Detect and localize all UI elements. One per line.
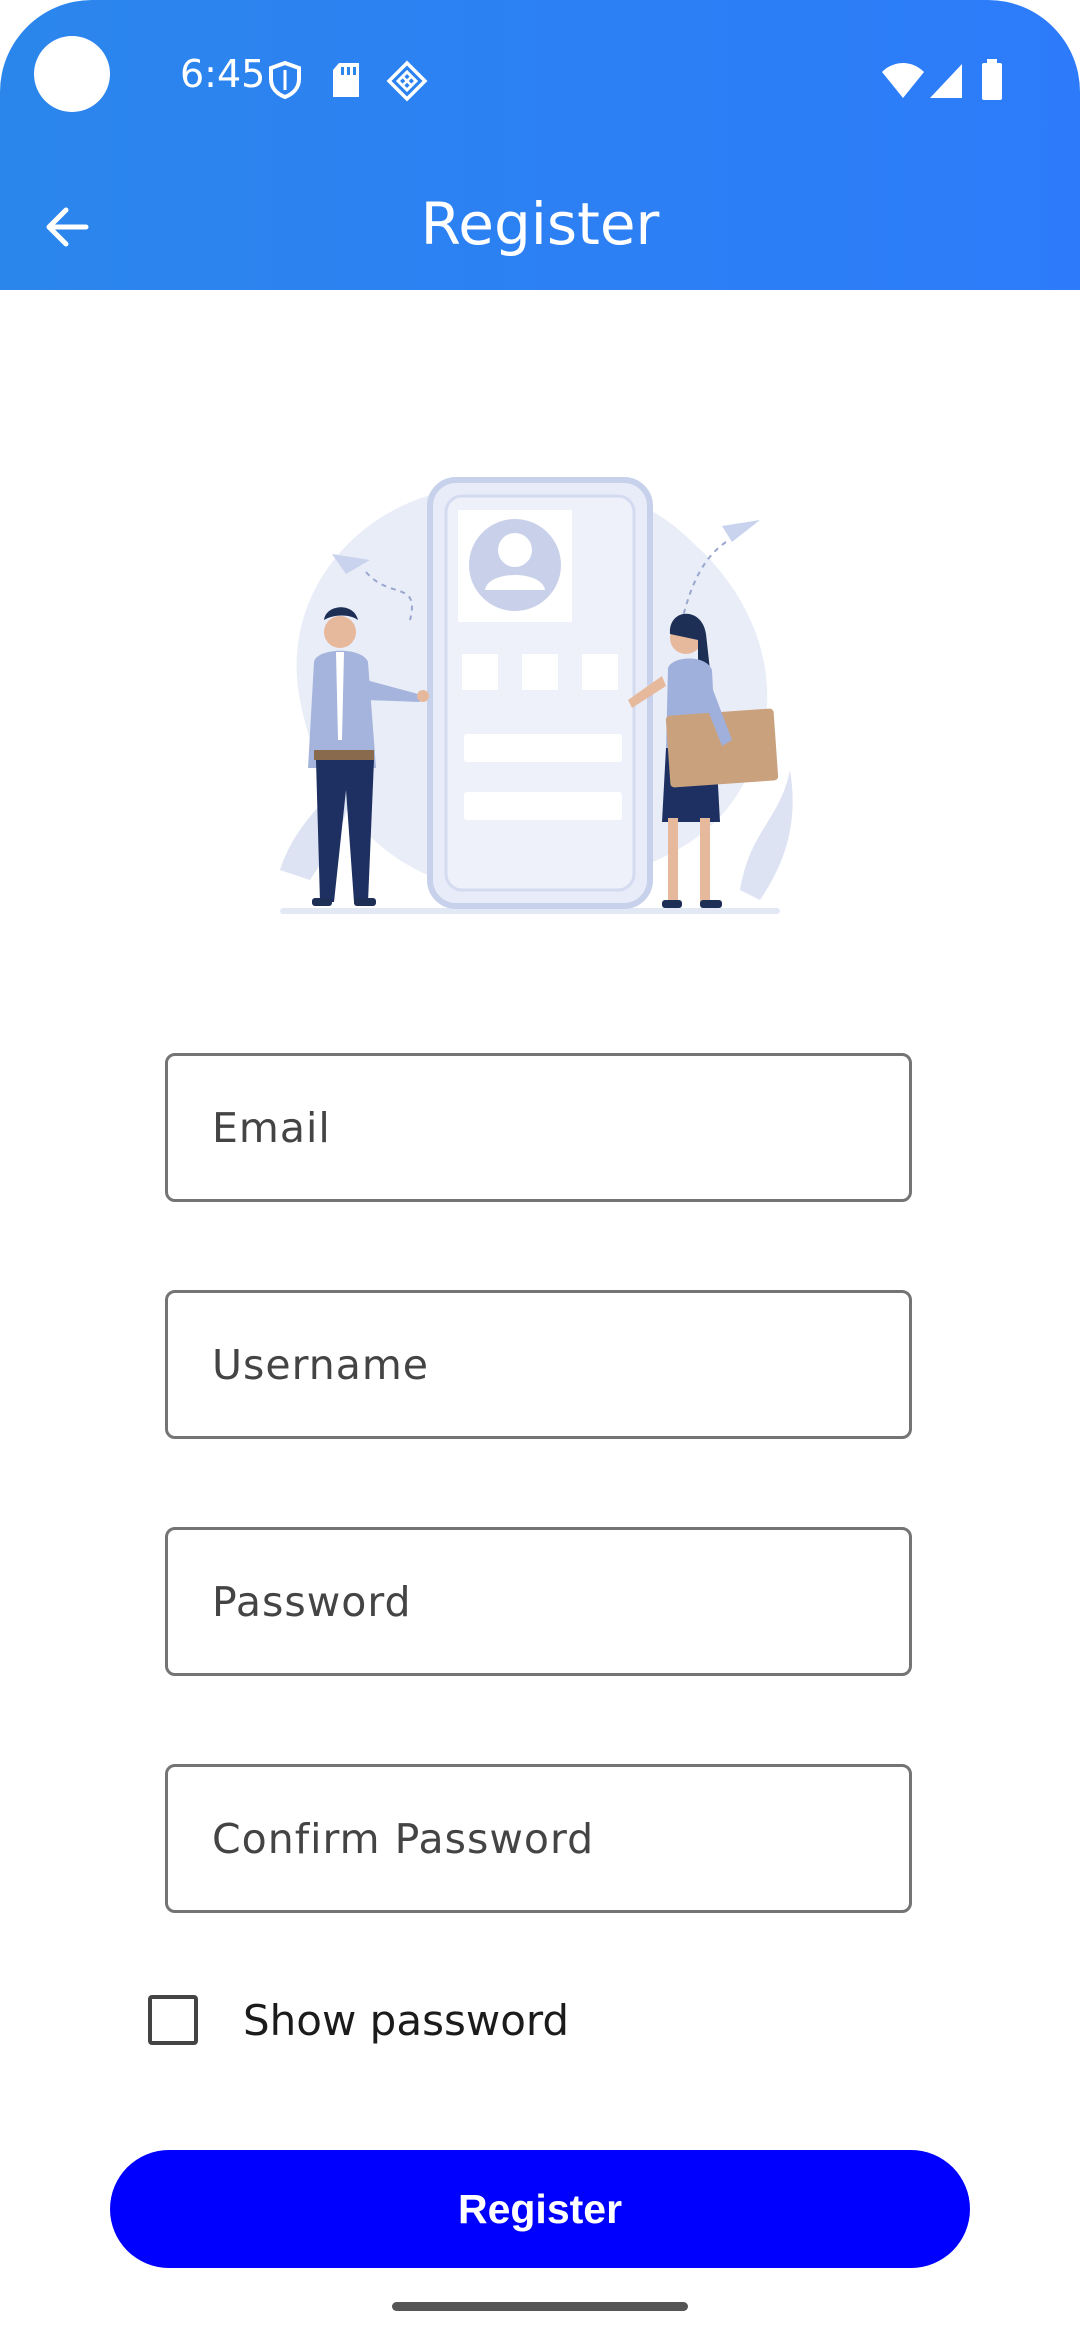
gesture-navigation-bar[interactable] <box>392 2302 688 2311</box>
shield-icon <box>269 60 301 100</box>
confirm-password-field-label: Confirm Password <box>212 1814 595 1863</box>
diamond-grid-icon <box>386 60 428 102</box>
show-password-label: Show password <box>243 1995 570 2045</box>
username-field-label: Username <box>212 1340 430 1389</box>
wifi-icon <box>882 63 924 98</box>
show-password-checkbox[interactable] <box>148 1995 198 2045</box>
app-bar: 6:45 Register <box>0 0 1080 290</box>
username-field[interactable]: Username <box>165 1290 912 1439</box>
password-field-label: Password <box>212 1577 412 1626</box>
status-time: 6:45 <box>180 52 266 96</box>
signal-icon <box>930 64 962 98</box>
email-field[interactable]: Email <box>165 1053 912 1202</box>
registration-illustration <box>280 477 793 914</box>
password-field[interactable]: Password <box>165 1527 912 1676</box>
show-password-row[interactable]: Show password <box>148 1990 569 2050</box>
battery-icon <box>982 59 1002 100</box>
sd-card-icon <box>333 63 359 97</box>
page-title: Register <box>420 190 660 258</box>
camera-cutout <box>34 36 110 112</box>
confirm-password-field[interactable]: Confirm Password <box>165 1764 912 1913</box>
email-field-label: Email <box>212 1103 331 1152</box>
register-button[interactable]: Register <box>110 2150 970 2268</box>
